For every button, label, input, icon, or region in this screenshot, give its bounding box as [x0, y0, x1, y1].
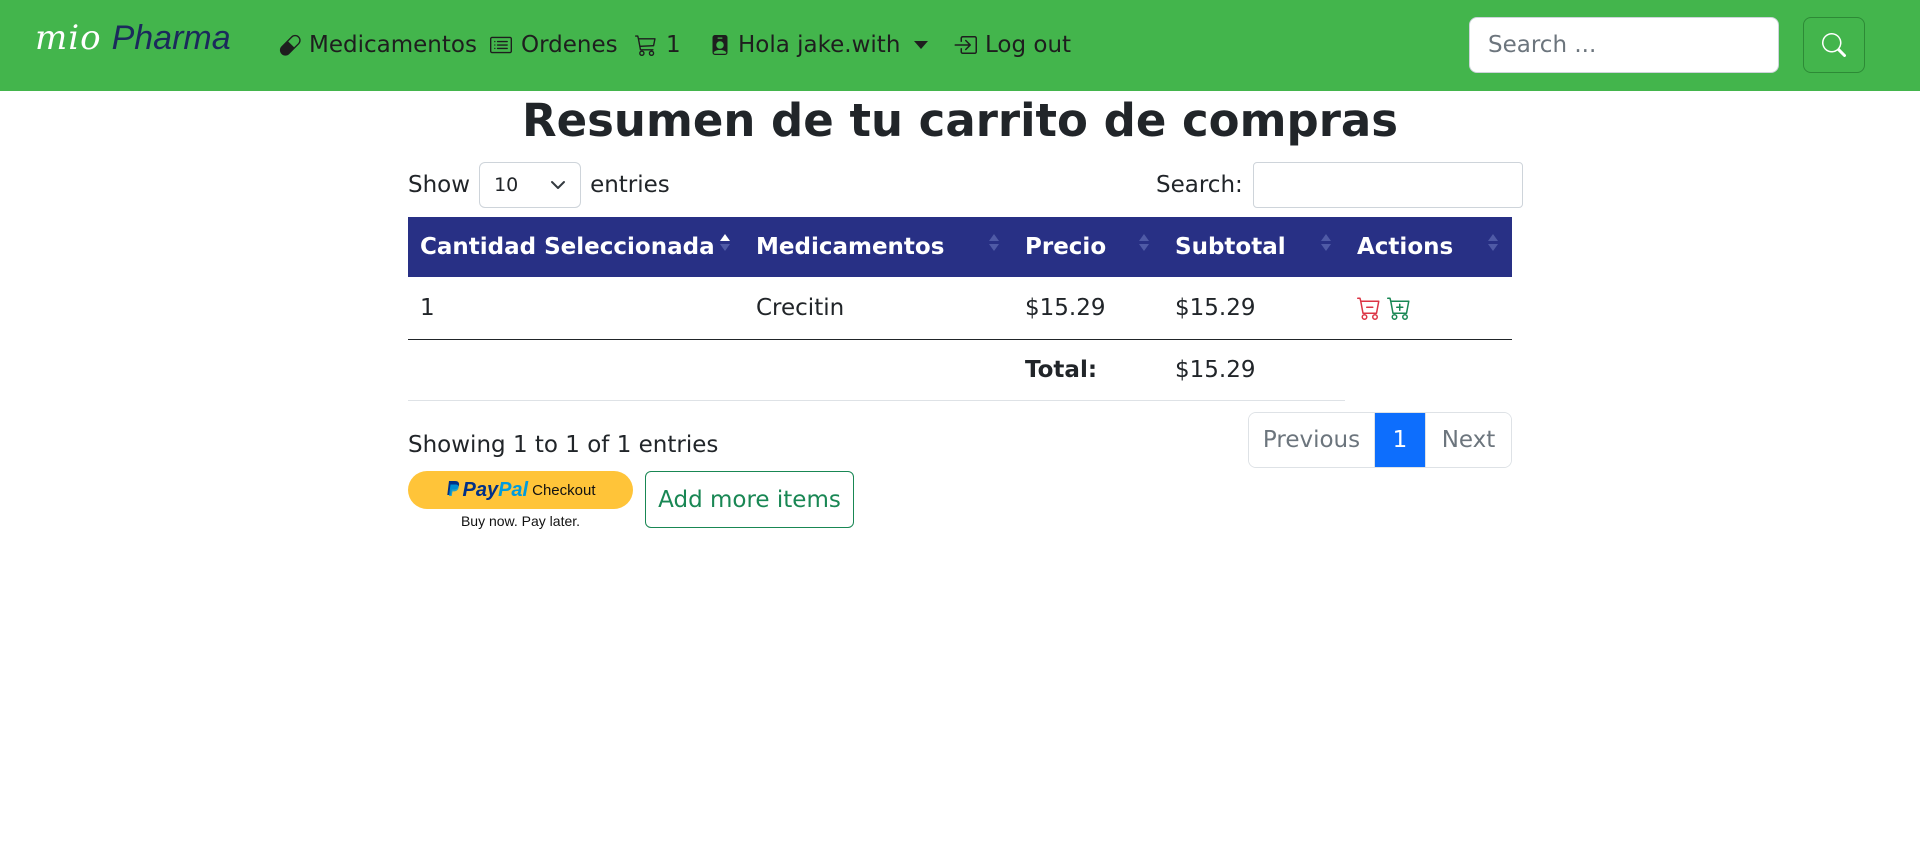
remove-from-cart-button[interactable]	[1357, 296, 1381, 320]
cart-count: 1	[666, 32, 681, 58]
column-header-precio[interactable]: Precio	[1013, 217, 1163, 277]
paypal-tagline: Buy now. Pay later.	[460, 513, 581, 529]
cell-actions	[1345, 277, 1512, 340]
next-page-button[interactable]: Next	[1425, 413, 1511, 467]
entries-length-value: 10	[494, 174, 519, 196]
nav-medicamentos[interactable]: Medicamentos	[279, 28, 477, 62]
sort-icon	[989, 234, 999, 251]
nav-ordenes[interactable]: Ordenes	[489, 28, 618, 62]
navbar: mio Pharma Medicamentos Ordenes 1 Hola j…	[0, 0, 1920, 91]
add-to-cart-button[interactable]	[1387, 296, 1411, 320]
page-1-button[interactable]: 1	[1375, 413, 1425, 467]
nav-ordenes-label: Ordenes	[521, 32, 618, 58]
page-title: Resumen de tu carrito de compras	[521, 94, 1399, 147]
paypal-checkout-button[interactable]: PayPal Checkout	[408, 471, 633, 509]
chevron-down-icon	[914, 41, 929, 49]
total-row: Total: $15.29	[408, 339, 1512, 401]
column-header-subtotal[interactable]: Subtotal	[1163, 217, 1345, 277]
cart-plus-icon	[1387, 297, 1410, 320]
chevron-down-icon	[551, 181, 566, 189]
nav-cart[interactable]: 1	[634, 28, 681, 62]
sort-icon	[1321, 234, 1331, 251]
cell-subtotal: $15.29	[1163, 277, 1345, 340]
table-header-row: Cantidad Seleccionada Medicamentos Preci…	[408, 217, 1512, 277]
brand-pharma: Pharma	[111, 19, 231, 57]
sort-icon	[1488, 234, 1498, 251]
paypal-logo-icon	[446, 481, 459, 496]
total-value: $15.29	[1163, 339, 1345, 401]
cart-dash-icon	[1357, 297, 1380, 320]
logout-label: Log out	[985, 32, 1072, 58]
paypal-wordmark: PayPal	[462, 478, 529, 501]
entries-length-select[interactable]: 10	[479, 162, 582, 208]
table-filter: Search:	[1156, 162, 1523, 208]
capsule-icon	[279, 34, 301, 56]
user-dropdown[interactable]: Hola jake.with	[710, 28, 929, 62]
cart-icon	[635, 35, 656, 56]
logout-link[interactable]: Log out	[953, 28, 1071, 62]
cell-cantidad: 1	[408, 277, 744, 340]
search-button[interactable]	[1803, 17, 1865, 73]
table-info: Showing 1 to 1 of 1 entries	[408, 432, 719, 458]
paypal-checkout: PayPal Checkout Buy now. Pay later.	[408, 471, 633, 529]
table-search-input[interactable]	[1252, 162, 1523, 208]
search-icon	[1822, 33, 1846, 57]
brand-mio: mio	[35, 18, 102, 58]
user-greeting: Hola jake.with	[738, 32, 901, 58]
sort-icon	[1139, 234, 1149, 251]
table-search-label: Search:	[1156, 172, 1243, 198]
sort-icon	[720, 234, 730, 251]
show-label: Show	[408, 172, 471, 198]
cart-table: Cantidad Seleccionada Medicamentos Preci…	[408, 217, 1512, 401]
pagination: Previous 1 Next	[1248, 412, 1512, 468]
total-label: Total:	[1013, 339, 1163, 401]
cell-medicamento: Crecitin	[744, 277, 1013, 340]
cell-precio: $15.29	[1013, 277, 1163, 340]
column-header-cantidad[interactable]: Cantidad Seleccionada	[408, 217, 744, 277]
card-list-icon	[490, 36, 512, 54]
add-more-items-button[interactable]: Add more items	[645, 471, 854, 528]
column-header-medicamentos[interactable]: Medicamentos	[744, 217, 1013, 277]
entries-label: entries	[590, 172, 670, 198]
column-header-actions[interactable]: Actions	[1345, 217, 1512, 277]
previous-page-button[interactable]: Previous	[1249, 413, 1375, 467]
person-badge-icon	[712, 35, 728, 55]
box-arrow-in-right-icon	[954, 36, 977, 54]
paypal-checkout-label: Checkout	[532, 481, 596, 499]
nav-medicamentos-label: Medicamentos	[309, 32, 477, 58]
navbar-search-input[interactable]	[1469, 17, 1779, 73]
table-row: 1 Crecitin $15.29 $15.29	[408, 277, 1512, 340]
entries-length-control: Show 10 entries	[408, 162, 670, 208]
brand-logo[interactable]: mio Pharma	[35, 18, 231, 68]
